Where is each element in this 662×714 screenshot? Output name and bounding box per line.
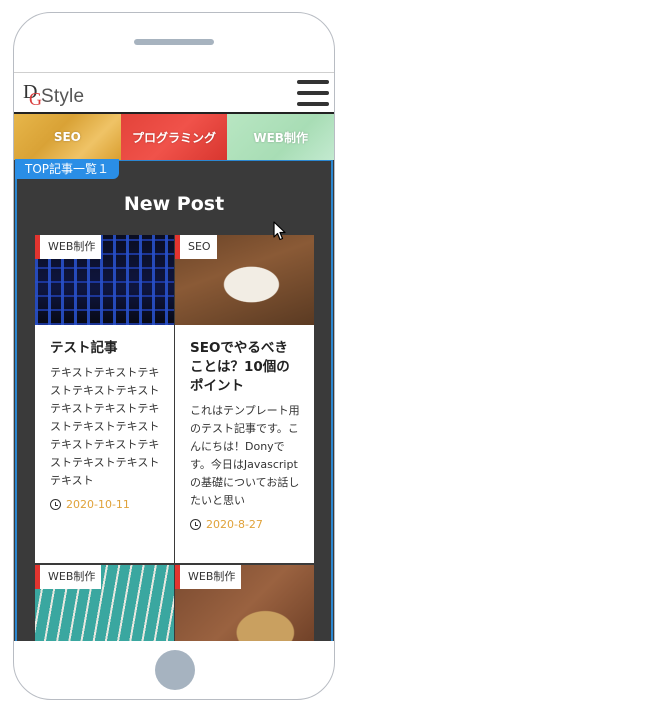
section-tag: TOP記事一覧１ — [15, 159, 120, 179]
post-excerpt: これはテンプレート用のテスト記事です。こんにちは！Donyです。今日はJavas… — [190, 404, 300, 507]
category-nav-label: WEB制作 — [253, 130, 308, 145]
post-card[interactable]: WEB制作 — [35, 565, 174, 641]
post-thumbnail[interactable]: WEB制作 — [35, 565, 174, 641]
post-category-badge[interactable]: SEO — [175, 235, 217, 259]
post-excerpt: テキストテキストテキストテキストテキストテキストテキストテキストテキストテキスト… — [50, 366, 160, 487]
site-header: D G Style — [14, 72, 334, 114]
mouse-cursor-icon — [273, 221, 286, 241]
post-thumbnail[interactable]: SEO — [175, 235, 314, 325]
post-category-badge[interactable]: WEB制作 — [175, 565, 242, 589]
phone-speaker — [134, 39, 214, 45]
category-nav-label: SEO — [53, 130, 81, 144]
post-date: 2020-10-11 — [50, 498, 160, 511]
hamburger-menu-icon[interactable] — [297, 80, 329, 106]
post-date: 2020-8-27 — [190, 518, 300, 531]
phone-home-button[interactable] — [155, 650, 195, 690]
clock-icon — [190, 519, 201, 530]
logo-mark: D G — [23, 82, 42, 109]
post-title[interactable]: SEOでやるべきことは？10個のポイント — [190, 339, 300, 396]
phone-screen[interactable]: D G Style SEO プログラミング WEB制作 TOP記事一覧１ New… — [14, 72, 334, 641]
hamburger-line — [297, 102, 329, 106]
post-card[interactable]: WEB制作 — [175, 565, 314, 641]
category-nav-label: プログラミング — [132, 130, 217, 145]
section-title: New Post — [123, 193, 225, 215]
post-category-badge[interactable]: WEB制作 — [35, 235, 102, 259]
post-card[interactable]: WEB制作 テスト記事 テキストテキストテキストテキストテキストテキストテキスト… — [35, 235, 174, 563]
site-logo[interactable]: D G Style — [23, 80, 84, 108]
category-nav-programming[interactable]: プログラミング — [120, 114, 228, 160]
category-nav-web[interactable]: WEB制作 — [227, 114, 334, 160]
post-date-text: 2020-10-11 — [66, 498, 130, 511]
category-nav-seo[interactable]: SEO — [14, 114, 121, 160]
post-date-text: 2020-8-27 — [206, 518, 263, 531]
post-title[interactable]: テスト記事 — [50, 339, 160, 358]
hamburger-line — [297, 91, 329, 95]
post-card-body: テスト記事 テキストテキストテキストテキストテキストテキストテキストテキストテキ… — [35, 325, 174, 521]
logo-text: Style — [41, 86, 85, 107]
post-thumbnail[interactable]: WEB制作 — [35, 235, 174, 325]
post-thumbnail[interactable]: WEB制作 — [175, 565, 314, 641]
phone-frame: D G Style SEO プログラミング WEB制作 TOP記事一覧１ New… — [13, 12, 335, 700]
hamburger-line — [297, 80, 329, 84]
clock-icon — [50, 499, 61, 510]
logo-letter-g: G — [29, 89, 42, 109]
post-card-body: SEOでやるべきことは？10個のポイント これはテンプレート用のテスト記事です。… — [175, 325, 314, 541]
post-card[interactable]: SEO SEOでやるべきことは？10個のポイント これはテンプレート用のテスト記… — [175, 235, 314, 563]
post-category-badge[interactable]: WEB制作 — [35, 565, 102, 589]
category-nav: SEO プログラミング WEB制作 — [14, 114, 334, 160]
